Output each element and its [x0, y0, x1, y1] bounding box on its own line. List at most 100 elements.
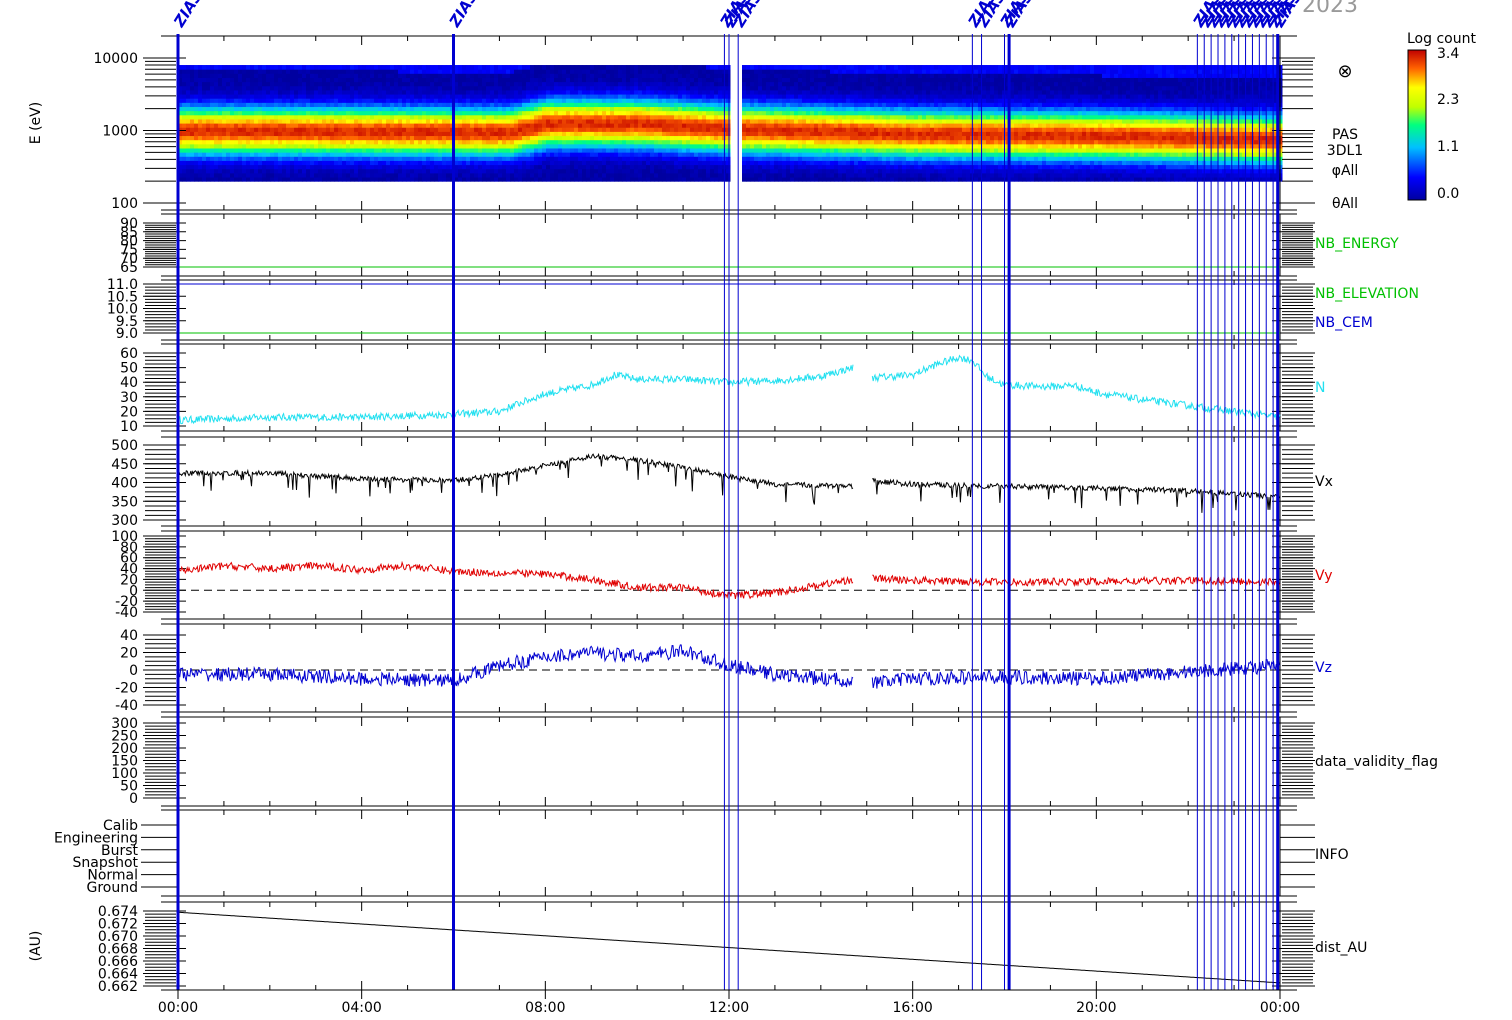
spectrogram-cell: [254, 98, 259, 103]
spectrogram-cell: [650, 139, 655, 145]
spectrogram-cell: [838, 85, 843, 91]
spectrogram-cell: [802, 85, 807, 91]
spectrogram-cell: [654, 98, 659, 103]
spectrogram-cell: [746, 156, 751, 161]
spectrogram-cell: [330, 135, 335, 141]
spectrogram-cell: [674, 127, 679, 132]
spectrogram-cell: [794, 106, 799, 112]
spectrogram-cell: [694, 114, 699, 120]
spectrogram-cell: [294, 143, 299, 149]
spectrogram-cell: [758, 89, 763, 95]
spectrogram-cell: [550, 110, 555, 116]
spectrogram-cell: [822, 131, 827, 137]
spectrogram-cell: [382, 65, 387, 70]
spectrogram-cell: [702, 106, 707, 112]
spectrogram-cell: [782, 114, 787, 120]
spectrogram-cell: [702, 102, 707, 108]
spectrogram-cell: [750, 69, 755, 74]
spectrogram-cell: [902, 156, 907, 161]
spectrogram-cell: [686, 139, 691, 145]
spectrogram-cell: [610, 177, 615, 182]
spectrogram-cell: [718, 160, 723, 166]
spectrogram-cell: [338, 89, 343, 95]
spectrogram-cell: [218, 98, 223, 103]
spectrogram-cell: [626, 94, 631, 99]
spectrogram-cell: [878, 114, 883, 120]
spectrogram-cell: [330, 94, 335, 99]
spectrogram-cell: [446, 69, 451, 74]
spectrogram-cell: [562, 77, 567, 83]
spectrogram-cell: [578, 156, 583, 161]
spectrogram-cell: [698, 164, 703, 170]
spectrogram-cell: [642, 106, 647, 112]
spectrogram-cell: [402, 164, 407, 170]
spectrogram-cell: [486, 127, 491, 132]
spectrogram-cell: [810, 110, 815, 116]
spectrogram-cell: [650, 114, 655, 120]
spectrogram-cell: [810, 94, 815, 99]
spectrogram-cell: [802, 114, 807, 120]
spectrogram-cell: [442, 98, 447, 103]
spectrogram-cell: [718, 110, 723, 116]
spectrogram-cell: [646, 85, 651, 91]
spectrogram-cell: [790, 98, 795, 103]
spectrogram-cell: [554, 160, 559, 166]
spectrogram-cell: [690, 73, 695, 78]
spectrogram-cell: [778, 102, 783, 108]
spectrogram-cell: [798, 85, 803, 91]
spectrogram-cell: [242, 110, 247, 116]
spectrogram-cell: [274, 65, 279, 70]
spectrogram-cell: [562, 160, 567, 166]
spectrogram-cell: [750, 118, 755, 124]
spectrogram-cell: [306, 114, 311, 120]
spectrogram-cell: [410, 85, 415, 91]
spectrogram-cell: [662, 156, 667, 161]
spectrogram-cell: [694, 106, 699, 112]
spectrogram-cell: [802, 127, 807, 132]
spectrogram-cell: [446, 114, 451, 120]
spectrogram-cell: [290, 127, 295, 132]
spectrogram-cell: [182, 152, 187, 157]
spectrogram-cell: [894, 85, 899, 91]
spectrogram-cell: [458, 131, 463, 137]
spectrogram-cell: [614, 164, 619, 170]
spectrogram-cell: [422, 114, 427, 120]
spectrogram-cell: [398, 143, 403, 149]
spectrogram-cell: [830, 102, 835, 108]
spectrogram-cell: [682, 73, 687, 78]
spectrogram-cell: [826, 85, 831, 91]
spectrogram-cell: [882, 168, 887, 174]
spectrogram-cell: [622, 118, 627, 124]
spectrogram-cell: [698, 147, 703, 153]
spectrogram-cell: [362, 152, 367, 157]
spectrogram-cell: [222, 102, 227, 108]
spectrogram-cell: [410, 164, 415, 170]
spectrogram-cell: [574, 110, 579, 116]
spectrogram-cell: [762, 135, 767, 141]
spectrogram-cell: [290, 85, 295, 91]
spectrogram-cell: [226, 147, 231, 153]
spectrogram-cell: [638, 147, 643, 153]
spectrogram-cell: [742, 139, 747, 145]
spectrogram-cell: [638, 106, 643, 112]
spectrogram-cell: [566, 143, 571, 149]
spectrogram-cell: [398, 156, 403, 161]
spectrogram-cell: [518, 102, 523, 108]
spectrogram-cell: [338, 139, 343, 145]
spectrogram-cell: [314, 110, 319, 116]
spectrogram-cell: [630, 106, 635, 112]
spectrogram-cell: [350, 156, 355, 161]
spectrogram-cell: [274, 131, 279, 137]
spectrogram-cell: [714, 65, 719, 70]
spectrogram-cell: [466, 77, 471, 83]
spectrogram-cell: [302, 139, 307, 145]
spectrogram-cell: [614, 168, 619, 174]
spectrogram-cell: [354, 143, 359, 149]
spectrogram-cell: [550, 131, 555, 137]
spectrogram-cell: [838, 65, 843, 70]
spectrogram-cell: [606, 127, 611, 132]
spectrogram-cell: [682, 156, 687, 161]
spectrogram-cell: [254, 106, 259, 112]
spectrogram-cell: [218, 172, 223, 178]
spectrogram-cell: [378, 131, 383, 137]
